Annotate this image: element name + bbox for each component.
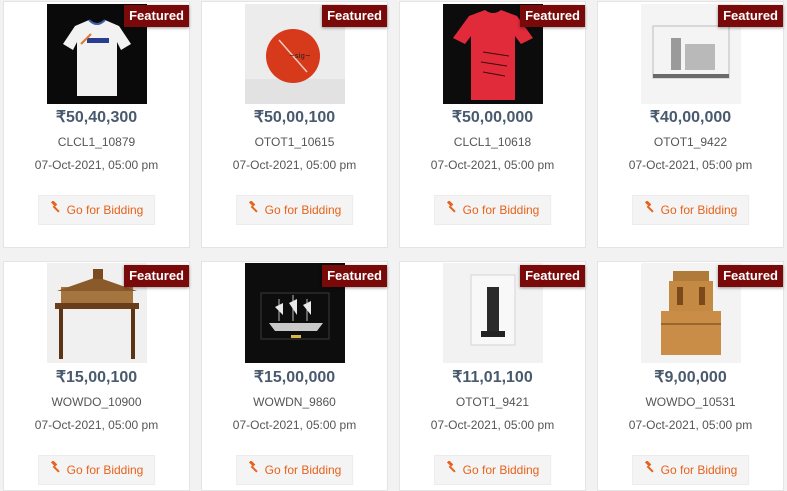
go-for-bidding-label: Go for Bidding — [66, 203, 144, 217]
lot-close-date: 07-Oct-2021, 05:00 pm — [628, 418, 753, 432]
lot-price: ₹40,00,000 — [649, 109, 732, 126]
lot-card[interactable]: ~sig~ Featured ₹50,00,100 OTOT1_10615 07… — [201, 1, 388, 248]
lot-close-date: 07-Oct-2021, 05:00 pm — [232, 158, 357, 172]
lot-card[interactable]: Featured ₹11,01,100 OTOT1_9421 07-Oct-20… — [399, 261, 586, 491]
gavel-icon — [50, 455, 62, 483]
go-for-bidding-label: Go for Bidding — [660, 203, 738, 217]
gavel-icon — [446, 195, 458, 223]
go-for-bidding-button[interactable]: Go for Bidding — [433, 455, 552, 485]
lot-card[interactable]: Featured ₹9,00,000 WOWDO_10531 07-Oct-20… — [597, 261, 784, 491]
featured-badge: Featured — [322, 265, 387, 287]
lot-close-date: 07-Oct-2021, 05:00 pm — [232, 418, 357, 432]
go-for-bidding-button[interactable]: Go for Bidding — [235, 195, 354, 225]
lot-card[interactable]: Featured ₹15,00,000 WOWDN_9860 07-Oct-20… — [201, 261, 388, 491]
lot-price: ₹15,00,000 — [253, 369, 336, 386]
auction-lot-grid: Featured ₹50,40,300 CLCL1_10879 07-Oct-2… — [0, 0, 787, 491]
lot-card[interactable]: Featured ₹40,00,000 OTOT1_9422 07-Oct-20… — [597, 1, 784, 248]
gavel-icon — [248, 455, 260, 483]
go-for-bidding-button[interactable]: Go for Bidding — [37, 195, 156, 225]
go-for-bidding-button[interactable]: Go for Bidding — [631, 195, 750, 225]
lot-price: ₹50,00,100 — [253, 109, 336, 126]
lot-price: ₹9,00,000 — [654, 369, 727, 386]
lot-code: WOWDO_10531 — [645, 395, 736, 409]
featured-badge: Featured — [322, 5, 387, 27]
gavel-icon — [644, 195, 656, 223]
lot-code: OTOT1_9422 — [653, 135, 728, 149]
lot-code: WOWDO_10900 — [51, 395, 142, 409]
lot-close-date: 07-Oct-2021, 05:00 pm — [430, 158, 555, 172]
lot-code: OTOT1_9421 — [455, 395, 530, 409]
lot-code: OTOT1_10615 — [254, 135, 335, 149]
lot-code: CLCL1_10879 — [57, 135, 136, 149]
lot-code: CLCL1_10618 — [453, 135, 532, 149]
gavel-icon — [50, 195, 62, 223]
featured-badge: Featured — [520, 5, 585, 27]
gavel-icon — [644, 455, 656, 483]
lot-card[interactable]: Featured ₹50,00,000 CLCL1_10618 07-Oct-2… — [399, 1, 586, 248]
go-for-bidding-label: Go for Bidding — [462, 203, 540, 217]
lot-card[interactable]: Featured ₹50,40,300 CLCL1_10879 07-Oct-2… — [3, 1, 190, 248]
lot-price: ₹50,40,300 — [55, 109, 138, 126]
svg-text:~sig~: ~sig~ — [289, 52, 311, 60]
lot-price: ₹15,00,100 — [55, 369, 138, 386]
gavel-icon — [248, 195, 260, 223]
go-for-bidding-button[interactable]: Go for Bidding — [37, 455, 156, 485]
lot-close-date: 07-Oct-2021, 05:00 pm — [628, 158, 753, 172]
lot-close-date: 07-Oct-2021, 05:00 pm — [34, 418, 159, 432]
lot-price: ₹11,01,100 — [452, 369, 533, 386]
go-for-bidding-label: Go for Bidding — [462, 463, 540, 477]
go-for-bidding-button[interactable]: Go for Bidding — [433, 195, 552, 225]
gavel-icon — [446, 455, 458, 483]
go-for-bidding-label: Go for Bidding — [66, 463, 144, 477]
go-for-bidding-label: Go for Bidding — [660, 463, 738, 477]
go-for-bidding-button[interactable]: Go for Bidding — [631, 455, 750, 485]
featured-badge: Featured — [124, 5, 189, 27]
go-for-bidding-label: Go for Bidding — [264, 203, 342, 217]
go-for-bidding-label: Go for Bidding — [264, 463, 342, 477]
featured-badge: Featured — [124, 265, 189, 287]
lot-code: WOWDN_9860 — [253, 395, 336, 409]
lot-close-date: 07-Oct-2021, 05:00 pm — [430, 418, 555, 432]
featured-badge: Featured — [718, 265, 783, 287]
go-for-bidding-button[interactable]: Go for Bidding — [235, 455, 354, 485]
lot-price: ₹50,00,000 — [451, 109, 534, 126]
featured-badge: Featured — [520, 265, 585, 287]
lot-close-date: 07-Oct-2021, 05:00 pm — [34, 158, 159, 172]
featured-badge: Featured — [718, 5, 783, 27]
lot-card[interactable]: Featured ₹15,00,100 WOWDO_10900 07-Oct-2… — [3, 261, 190, 491]
